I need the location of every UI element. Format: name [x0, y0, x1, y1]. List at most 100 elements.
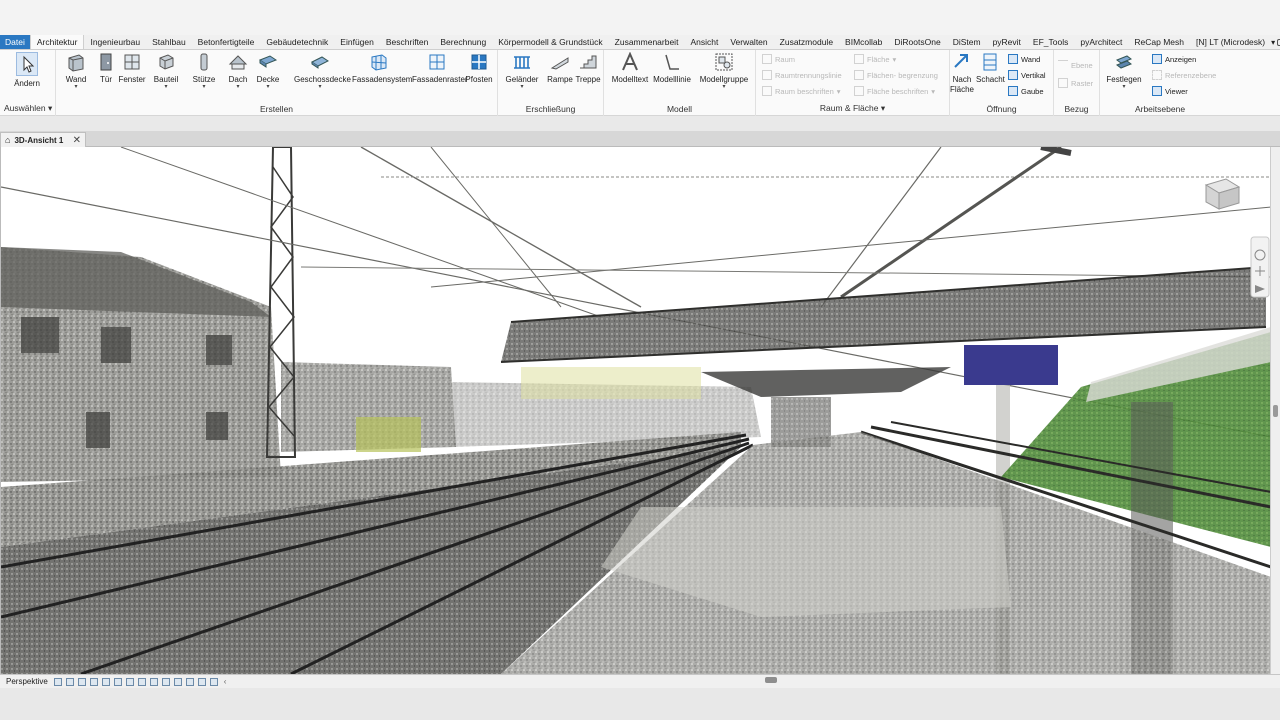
lock-3d-icon[interactable] — [137, 677, 146, 686]
mullion-button[interactable]: Pfosten — [460, 52, 498, 84]
panel-title-build: Erstellen — [259, 104, 294, 114]
tab-ingenieurbau[interactable]: Ingenieurbau — [84, 35, 146, 49]
tag-area-button[interactable]: Fläche beschriften ▾ — [854, 86, 935, 96]
stair-button[interactable]: Treppe — [568, 52, 608, 84]
close-icon[interactable]: ✕ — [73, 135, 81, 146]
chevron-left-icon[interactable]: ‹ — [224, 677, 227, 686]
ceiling-icon — [258, 55, 278, 68]
tag-room-button[interactable]: Raum beschriften ▾ — [762, 86, 841, 96]
tab-dirootsone[interactable]: DiRootsOne — [888, 35, 946, 49]
modify-button[interactable]: Ändern — [8, 52, 46, 88]
model-text-icon — [622, 52, 638, 71]
tab-zusammenarbeit[interactable]: Zusammenarbeit — [609, 35, 685, 49]
tab-distem[interactable]: DiStem — [947, 35, 987, 49]
window-top-strip — [0, 0, 1280, 35]
tab-stahlbau[interactable]: Stahlbau — [146, 35, 192, 49]
panel-workplane: Festlegen ▾ Anzeigen Referenzebene Viewer… — [1100, 50, 1220, 116]
tab-betonfertigteile[interactable]: Betonfertigteile — [192, 35, 261, 49]
ref-plane-icon — [1152, 70, 1162, 80]
tab-ansicht[interactable]: Ansicht — [684, 35, 724, 49]
ceiling-button[interactable]: Decke ▾ — [248, 52, 288, 91]
tab-verwalten[interactable]: Verwalten — [724, 35, 773, 49]
wall-opening-icon — [1008, 54, 1018, 64]
tab-koerpermodell[interactable]: Körpermodell & Grundstück — [492, 35, 608, 49]
scrollbar-thumb[interactable] — [1273, 405, 1278, 417]
tab-recap-mesh[interactable]: ReCap Mesh — [1128, 35, 1190, 49]
model-line-button[interactable]: Modelllinie — [650, 52, 694, 84]
level-icon — [1058, 60, 1068, 70]
curtain-grid-icon — [429, 54, 445, 70]
tab-pyarchitect[interactable]: pyArchitect — [1074, 35, 1128, 49]
reveal-hidden-icon[interactable] — [161, 677, 170, 686]
worksharing-icon[interactable] — [173, 677, 182, 686]
floor-button[interactable]: Geschossdecke ▾ — [294, 52, 351, 91]
area-boundary-button[interactable]: Flächen- begrenzung — [854, 70, 938, 80]
sun-path-icon[interactable] — [77, 677, 86, 686]
chevron-down-icon[interactable]: ▾ — [1271, 38, 1275, 47]
level-button[interactable]: Ebene — [1058, 60, 1093, 70]
component-button[interactable]: Bauteil ▾ — [146, 52, 186, 91]
viewport-vertical-scrollbar[interactable] — [1270, 147, 1280, 674]
temporary-hide-icon[interactable] — [149, 677, 158, 686]
set-workplane-icon — [1115, 55, 1133, 69]
highlight-icon[interactable] — [197, 677, 206, 686]
railing-button[interactable]: Geländer ▾ — [502, 52, 542, 91]
room-separator-icon — [762, 70, 772, 80]
tab-einfuegen[interactable]: Einfügen — [334, 35, 380, 49]
view-cube[interactable] — [1204, 178, 1241, 210]
panel-build: Wand ▾ Tür Fenster Bauteil ▾ Stütze ▾ Dach ▾… — [56, 50, 498, 116]
render-icon[interactable] — [101, 677, 110, 686]
dormer-button[interactable]: Gaube — [1008, 86, 1044, 96]
column-icon — [200, 53, 208, 71]
ref-plane-button[interactable]: Referenzebene — [1152, 70, 1216, 80]
tab-gebaeudetechnik[interactable]: Gebäudetechnik — [260, 35, 334, 49]
room-icon — [762, 54, 772, 64]
tab-pyrevit[interactable]: pyRevit — [987, 35, 1027, 49]
viewport-3d[interactable] — [0, 147, 1270, 674]
constraints-icon[interactable] — [209, 677, 218, 686]
panel-title-model: Modell — [666, 104, 693, 114]
tab-bimcollab[interactable]: BIMcollab — [839, 35, 888, 49]
roof-icon — [228, 55, 248, 70]
tab-beschriften[interactable]: Beschriften — [380, 35, 435, 49]
model-group-button[interactable]: Modellgruppe ▾ — [698, 52, 750, 91]
curtain-grid-button[interactable]: Fassadenraster — [412, 52, 468, 84]
show-crop-icon[interactable] — [125, 677, 134, 686]
set-workplane-button[interactable]: Festlegen ▾ — [1104, 52, 1144, 91]
tab-lt-microdesk[interactable]: [N] LT (Microdesk) — [1190, 35, 1271, 49]
wall-opening-button[interactable]: Wand — [1008, 54, 1040, 64]
crop-view-icon[interactable] — [113, 677, 122, 686]
model-text-button[interactable]: Modelltext — [608, 52, 652, 84]
tab-zusatzmodule[interactable]: Zusatzmodule — [774, 35, 839, 49]
area-icon — [854, 54, 864, 64]
shaft-button[interactable]: Schacht — [976, 52, 1005, 84]
viewer-button[interactable]: Viewer — [1152, 86, 1188, 96]
vertical-opening-button[interactable]: Vertikal — [1008, 70, 1046, 80]
view-tab-3d[interactable]: ⌂ 3D-Ansicht 1 ✕ — [0, 132, 86, 147]
panel-title-select[interactable]: Auswählen ▾ — [0, 103, 55, 114]
tag-area-icon — [854, 86, 864, 96]
room-button[interactable]: Raum — [762, 54, 795, 64]
navigation-bar[interactable] — [1250, 236, 1270, 298]
analysis-icon[interactable] — [185, 677, 194, 686]
tab-datei[interactable]: Datei — [0, 35, 30, 49]
tab-berechnung[interactable]: Berechnung — [434, 35, 492, 49]
tab-ef-tools[interactable]: EF_Tools — [1027, 35, 1074, 49]
grid-button[interactable]: Raster — [1058, 78, 1093, 88]
panel-title-workplane: Arbeitsebene — [1134, 104, 1186, 114]
area-button[interactable]: Fläche ▾ — [854, 54, 896, 64]
panel-model: Modelltext Modelllinie Modellgruppe ▾ Mod… — [604, 50, 756, 116]
scale-icon[interactable] — [53, 677, 62, 686]
curtain-system-button[interactable]: Fassadensystem — [352, 52, 412, 84]
window-icon — [124, 54, 140, 70]
shadows-icon[interactable] — [89, 677, 98, 686]
room-separator-button[interactable]: Raumtrennungslinie — [762, 70, 842, 80]
visual-style-icon[interactable] — [65, 677, 74, 686]
perspective-label: Perspektive — [6, 677, 48, 686]
horizontal-scrollbar-thumb[interactable] — [765, 677, 777, 683]
tab-architektur[interactable]: Architektur — [29, 35, 85, 49]
ribbon-options[interactable]: ▾ ▾ — [1271, 35, 1280, 49]
by-face-button[interactable]: Nach Fläche — [948, 52, 976, 95]
show-workplane-button[interactable]: Anzeigen — [1152, 54, 1196, 64]
panel-title-room-area[interactable]: Raum & Fläche ▾ — [756, 103, 949, 114]
